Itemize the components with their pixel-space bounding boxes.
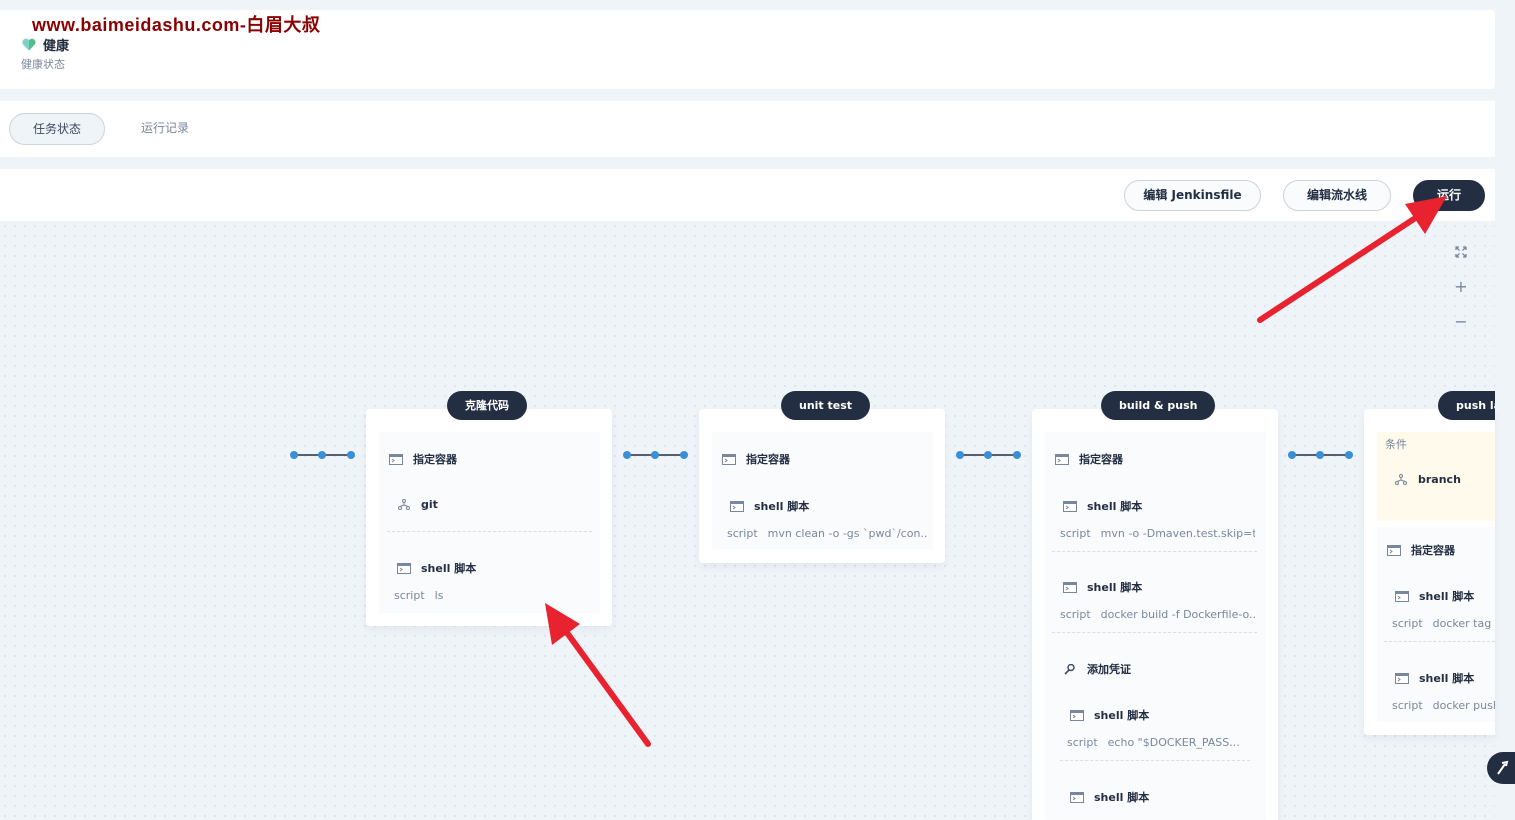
annotation-arrows [545, 196, 1447, 747]
annotation-arrow-to-run [1257, 196, 1447, 323]
annotation-arrow-to-shell [545, 603, 651, 747]
